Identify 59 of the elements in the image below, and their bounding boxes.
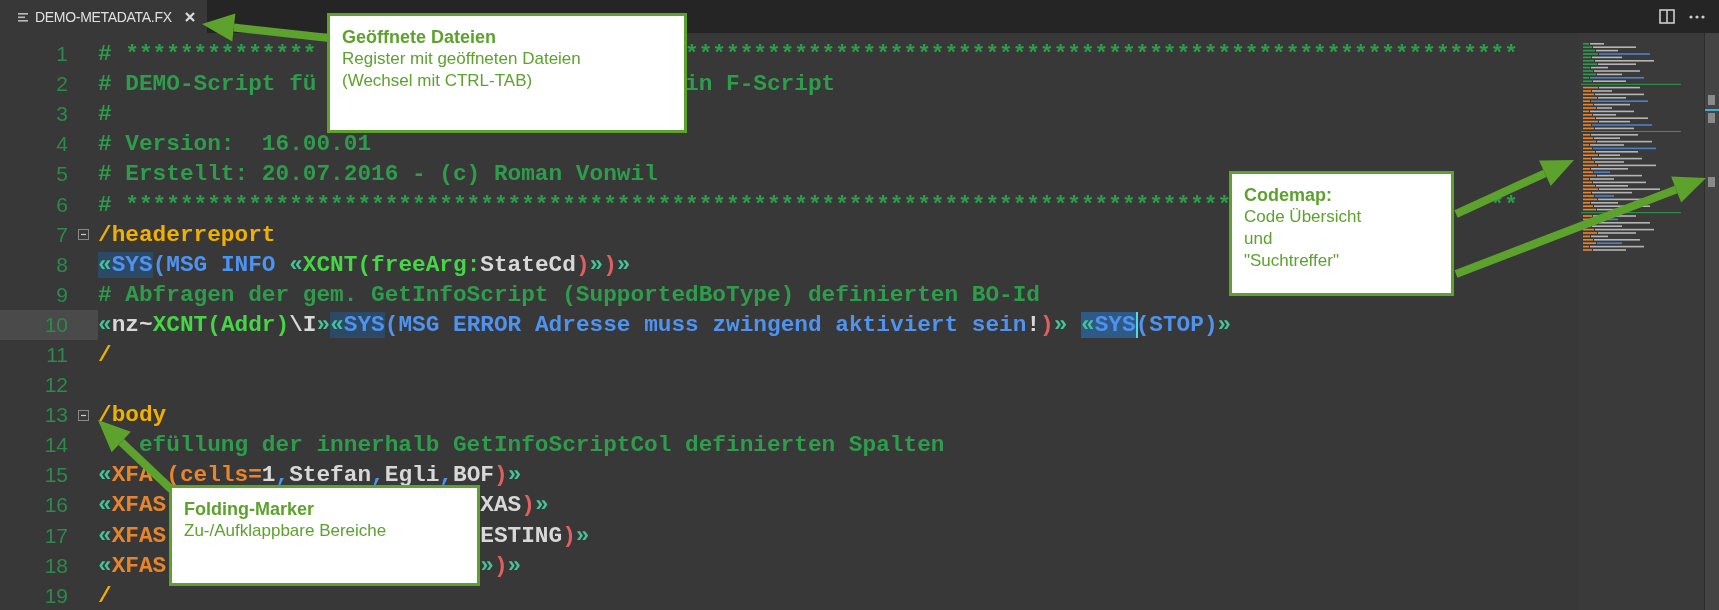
line-number: 1 bbox=[55, 42, 68, 67]
line-number: 16 bbox=[43, 493, 68, 518]
code-text: (cells=1,Stefan,Egli,BOF)» bbox=[166, 462, 522, 489]
line-number: 4 bbox=[55, 132, 68, 157]
line-number: 19 bbox=[43, 583, 68, 608]
callout-title: Geöffnete Dateien bbox=[342, 26, 498, 48]
callout-text: Register mit geöffneten Dateien bbox=[342, 48, 582, 70]
code-text: # bbox=[98, 101, 112, 128]
code-text: /headerreport bbox=[98, 221, 276, 248]
code-text: # Abfragen der gem. GetInfoScript (SupportedBoType) definierten BO-Id bbox=[98, 281, 1040, 308]
line-number: 17 bbox=[43, 523, 68, 548]
callout-text: (Wechsel mit CTRL-TAB) bbox=[342, 70, 534, 92]
scrollbar[interactable] bbox=[1704, 33, 1719, 610]
collapse-icon[interactable] bbox=[77, 229, 89, 241]
line-number: 18 bbox=[43, 553, 68, 578]
code-text: / bbox=[98, 342, 112, 368]
line-number: 7 bbox=[55, 222, 68, 247]
line-number: 15 bbox=[43, 463, 68, 488]
callout-text: "Suchtreffer" bbox=[1244, 250, 1340, 272]
callout-title: Folding-Marker bbox=[184, 498, 315, 520]
callout-text: und bbox=[1244, 228, 1274, 250]
code-text: »)» bbox=[480, 552, 522, 579]
code-text: /body bbox=[98, 402, 167, 429]
callout-title: Codemap: bbox=[1244, 184, 1333, 206]
code-text: ************************************************************* bbox=[685, 41, 1518, 68]
code-text: in F-Script bbox=[685, 71, 836, 98]
line-number: 13 bbox=[43, 403, 68, 428]
file-tab[interactable]: DEMO-METADATA.FX bbox=[0, 0, 207, 33]
more-icon[interactable] bbox=[1689, 14, 1705, 19]
line-number: 6 bbox=[55, 192, 68, 217]
callout-text: Zu-/Aufklappbare Bereiche bbox=[184, 520, 388, 542]
code-text: XAS)» bbox=[480, 492, 549, 519]
line-number: 12 bbox=[43, 373, 68, 398]
code-text: «XFAS bbox=[98, 522, 167, 549]
code-text: # DEMO-Script fü bbox=[98, 71, 317, 98]
split-editor-icon[interactable] bbox=[1659, 9, 1675, 24]
code-text: efüllung der innerhalb GetInfoScriptCol definierten Spalten bbox=[138, 432, 945, 459]
code-text: ESTING)» bbox=[480, 522, 590, 549]
line-number: 9 bbox=[55, 282, 68, 307]
line-number: 11 bbox=[45, 343, 68, 367]
line-number: 3 bbox=[55, 102, 68, 127]
code-text: «XFAS bbox=[98, 492, 167, 519]
line-number: 2 bbox=[55, 72, 68, 97]
callout-text: Code Übersicht bbox=[1244, 206, 1363, 228]
code-text: «SYS(MSG INFO «XCNT(freeArg:StateCd)»)» bbox=[98, 251, 631, 278]
file-lines-icon bbox=[18, 11, 28, 22]
code-text: # ********************************************************************************* bbox=[98, 191, 1232, 218]
line-number: 10 bbox=[43, 312, 68, 337]
code-text: # ************** bbox=[98, 41, 317, 68]
code-text: «XFAS bbox=[98, 552, 167, 579]
line-number: 14 bbox=[43, 433, 68, 458]
line-number: 5 bbox=[55, 162, 68, 187]
code-text: / bbox=[98, 582, 112, 609]
close-icon[interactable] bbox=[184, 11, 195, 22]
line-number: 8 bbox=[55, 252, 68, 277]
collapse-icon[interactable] bbox=[77, 409, 89, 421]
code-text: «nz~XCNT(Addr)\I»«SYS(MSG ERROR Adresse muss zwingend aktiviert sein!)» «SYS(STOP)» bbox=[98, 311, 1232, 338]
code-text: # Version: 16.00.01 bbox=[98, 131, 372, 158]
code-text: # Erstellt: 20.07.2016 - (c) Roman Vonwil bbox=[98, 161, 658, 188]
